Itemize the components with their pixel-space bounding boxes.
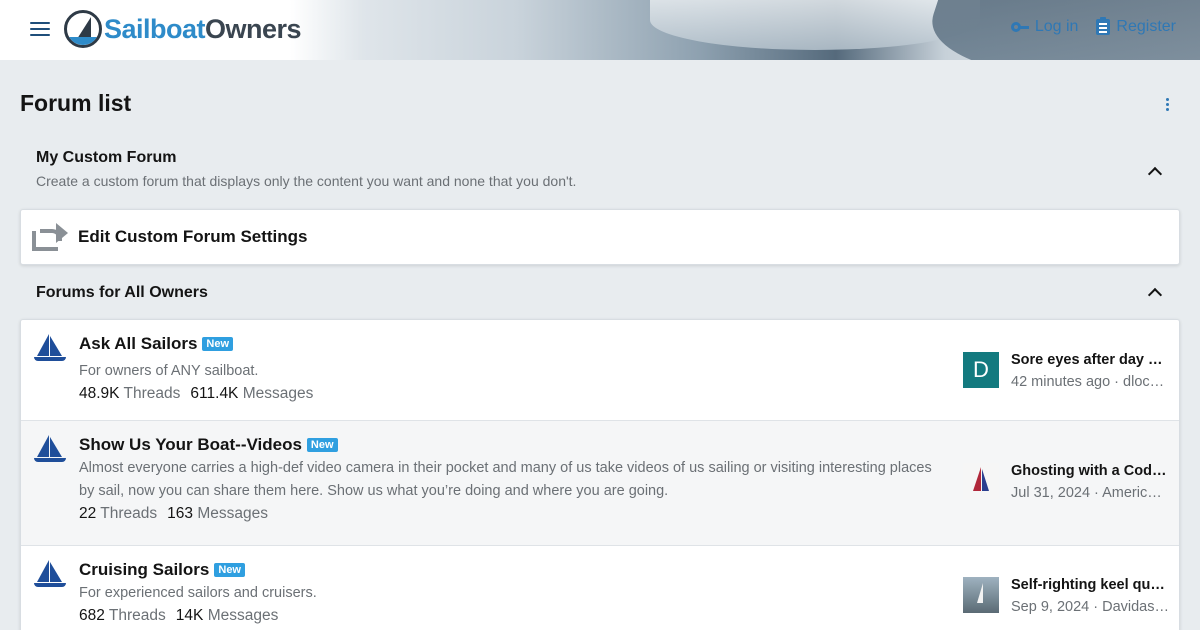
forum-row: Cruising Sailors New For experienced sai…	[21, 546, 1179, 630]
register-link[interactable]: Register	[1096, 17, 1176, 36]
forum-row: Show Us Your Boat--Videos New Almost eve…	[21, 421, 1179, 546]
category-title: Forums for All Owners	[36, 284, 208, 301]
page-title: Forum list	[20, 90, 132, 116]
forum-description: For owners of ANY sailboat.	[79, 363, 259, 379]
custom-forum-description: Create a custom forum that displays only…	[36, 173, 577, 189]
latest-post: D Sore eyes after day of… 42 minutes ago…	[963, 352, 1171, 390]
auth-links: Log in Register	[1010, 17, 1176, 36]
latest-post-meta: 42 minutes ago · dloc…	[1011, 374, 1165, 390]
forum-stats: 48.9K Threads 611.4K Messages	[79, 385, 314, 402]
sailboat-icon	[33, 435, 67, 465]
more-options-icon[interactable]	[1162, 98, 1172, 114]
hamburger-menu-icon[interactable]	[30, 22, 50, 38]
new-badge: New	[202, 337, 234, 351]
message-count: 611.4K	[190, 385, 239, 402]
new-badge: New	[214, 563, 245, 577]
message-count: 163	[167, 505, 194, 522]
thread-count: 22	[79, 505, 97, 522]
register-label: Register	[1116, 18, 1176, 35]
forum-row: Ask All Sailors New For owners of ANY sa…	[21, 320, 1179, 421]
settings-label: Edit Custom Forum Settings	[78, 227, 308, 246]
avatar[interactable]	[963, 577, 999, 613]
forum-title-link[interactable]: Cruising Sailors	[79, 560, 209, 580]
thread-count: 682	[79, 607, 105, 624]
forum-list: Ask All Sailors New For owners of ANY sa…	[20, 319, 1180, 630]
latest-post: Ghosting with a Code … Jul 31, 2024 · Am…	[963, 463, 1171, 501]
custom-forum-title: My Custom Forum	[36, 149, 177, 166]
forum-stats: 22 Threads 163 Messages	[79, 505, 268, 522]
forum-description: For experienced sailors and cruisers.	[79, 585, 317, 601]
latest-post-meta: Sep 9, 2024 · Davidas…	[1011, 599, 1169, 615]
clipboard-icon	[1096, 17, 1111, 35]
site-logo[interactable]: SailboatOwners	[64, 8, 302, 50]
latest-post: Self-righting keel que… Sep 9, 2024 · Da…	[963, 577, 1171, 615]
forum-description: Almost everyone carries a high-def video…	[79, 460, 932, 499]
latest-post-title[interactable]: Self-righting keel que…	[1011, 577, 1171, 593]
logo-text-owners: Owners	[205, 13, 302, 44]
category-header: Forums for All Owners	[20, 284, 1180, 303]
sailboat-icon	[33, 334, 67, 364]
avatar[interactable]	[963, 463, 999, 499]
logo-text-sailboat: Sailboat	[104, 13, 206, 44]
site-header: SailboatOwners Log in Register	[0, 0, 1200, 60]
new-badge: New	[306, 438, 338, 452]
sailboat-logo-icon	[64, 10, 102, 48]
key-icon	[1010, 22, 1029, 32]
edit-custom-forum-settings-button[interactable]: Edit Custom Forum Settings	[20, 209, 1180, 265]
forum-title-link[interactable]: Show Us Your Boat--Videos	[79, 435, 302, 455]
avatar[interactable]: D	[963, 352, 999, 388]
sailboat-icon	[33, 560, 67, 590]
login-link[interactable]: Log in	[1010, 18, 1079, 36]
forum-title-link[interactable]: Ask All Sailors	[79, 334, 197, 354]
custom-forum-header: My Custom Forum Create a custom forum th…	[20, 149, 1180, 189]
login-label: Log in	[1034, 18, 1079, 35]
latest-post-title[interactable]: Ghosting with a Code …	[1011, 463, 1171, 479]
latest-post-title[interactable]: Sore eyes after day of…	[1011, 352, 1171, 368]
share-icon	[32, 223, 68, 251]
message-count: 14K	[175, 607, 204, 624]
forum-stats: 682 Threads 14K Messages	[79, 607, 279, 624]
thread-count: 48.9K	[79, 385, 120, 402]
latest-post-meta: Jul 31, 2024 · Americ…	[1011, 485, 1162, 501]
